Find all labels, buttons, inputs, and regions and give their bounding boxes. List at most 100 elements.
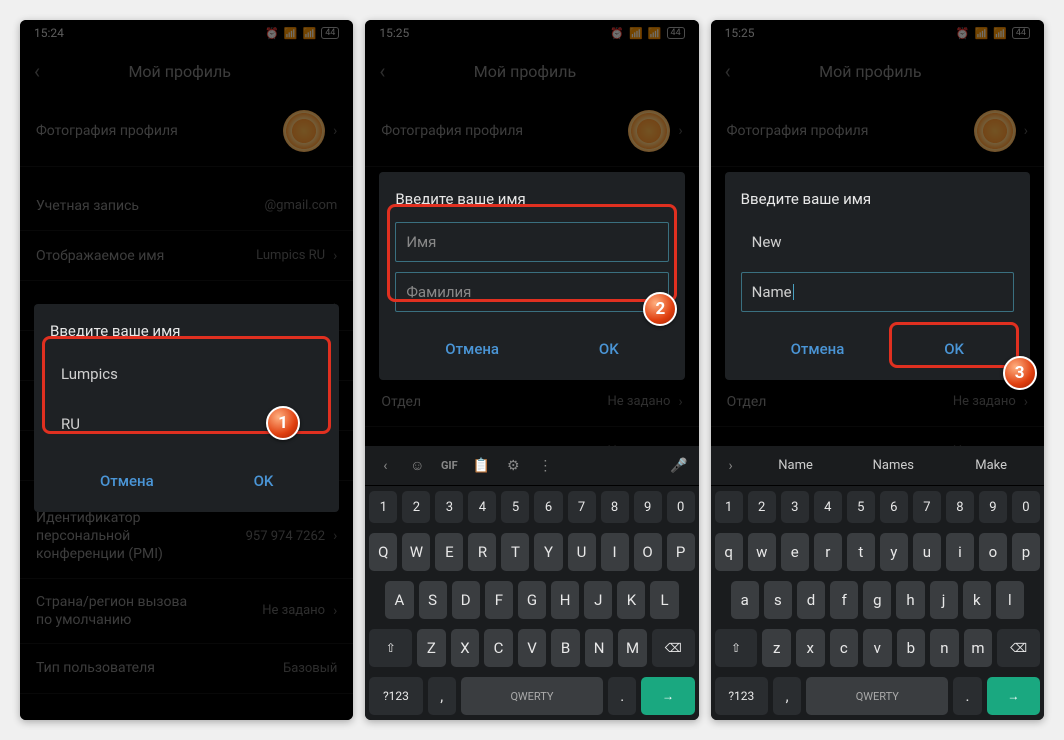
key[interactable]: 9	[979, 491, 1007, 523]
key[interactable]: u	[913, 533, 941, 571]
dot-key[interactable]: .	[608, 677, 636, 715]
key[interactable]: 3	[781, 491, 809, 523]
settings-icon[interactable]: ⚙	[499, 458, 527, 474]
key[interactable]: T	[501, 533, 529, 571]
key[interactable]: Y	[534, 533, 562, 571]
enter-key[interactable]: →	[987, 677, 1040, 715]
dot-key[interactable]: .	[953, 677, 981, 715]
key[interactable]: r	[814, 533, 842, 571]
ok-button[interactable]: OK	[579, 332, 639, 366]
space-key[interactable]: QWERTY	[461, 677, 603, 715]
key[interactable]: J	[584, 581, 612, 619]
clipboard-icon[interactable]: 📋	[467, 458, 495, 474]
key[interactable]: l	[996, 581, 1024, 619]
row-country[interactable]: Страна/регион вызова по умолчанию Не зад…	[20, 579, 353, 644]
key[interactable]: 6	[534, 491, 562, 523]
key[interactable]: h	[896, 581, 924, 619]
key[interactable]: L	[650, 581, 678, 619]
cancel-button[interactable]: Отмена	[425, 332, 519, 366]
key[interactable]: x	[796, 629, 825, 667]
collapse-icon[interactable]: ‹	[371, 458, 399, 474]
mic-icon[interactable]: 🎤	[665, 458, 693, 474]
cancel-button[interactable]: Отмена	[771, 332, 865, 366]
key[interactable]: q	[715, 533, 743, 571]
symbols-key[interactable]: ?123	[715, 677, 768, 715]
comma-key[interactable]: ,	[428, 677, 456, 715]
key[interactable]: F	[485, 581, 513, 619]
key[interactable]: 8	[601, 491, 629, 523]
key[interactable]: 5	[847, 491, 875, 523]
key[interactable]: W	[402, 533, 430, 571]
space-key[interactable]: QWERTY	[806, 677, 948, 715]
key[interactable]: t	[847, 533, 875, 571]
key[interactable]: 1	[715, 491, 743, 523]
suggestion[interactable]: Names	[846, 452, 940, 479]
ok-button[interactable]: OK	[234, 464, 294, 498]
key[interactable]: n	[930, 629, 959, 667]
key[interactable]: o	[979, 533, 1007, 571]
key[interactable]: p	[1012, 533, 1040, 571]
first-name-input[interactable]: Lumpics	[50, 354, 323, 394]
key[interactable]: R	[468, 533, 496, 571]
key[interactable]: z	[762, 629, 791, 667]
key[interactable]: 2	[748, 491, 776, 523]
key[interactable]: 6	[880, 491, 908, 523]
last-name-input[interactable]: Name	[741, 272, 1014, 312]
key[interactable]: 5	[501, 491, 529, 523]
suggestion[interactable]: Name	[749, 452, 843, 479]
first-name-input[interactable]: Имя	[395, 222, 668, 262]
key[interactable]: U	[568, 533, 596, 571]
key[interactable]: 0	[667, 491, 695, 523]
enter-key[interactable]: →	[641, 677, 694, 715]
key[interactable]: D	[452, 581, 480, 619]
key[interactable]: M	[618, 629, 647, 667]
key[interactable]: V	[518, 629, 547, 667]
keyboard[interactable]: › Name Names Make 1234567890 qwertyuiop …	[711, 446, 1044, 720]
backspace-key[interactable]: ⌫	[997, 629, 1040, 667]
key[interactable]: 7	[913, 491, 941, 523]
shift-key[interactable]: ⇧	[369, 629, 412, 667]
key[interactable]: c	[830, 629, 859, 667]
key[interactable]: I	[601, 533, 629, 571]
key[interactable]: 1	[369, 491, 397, 523]
key[interactable]: 2	[402, 491, 430, 523]
key[interactable]: X	[451, 629, 480, 667]
key[interactable]: P	[667, 533, 695, 571]
key[interactable]: a	[731, 581, 759, 619]
key[interactable]: 9	[634, 491, 662, 523]
key[interactable]: A	[385, 581, 413, 619]
key[interactable]: S	[419, 581, 447, 619]
key[interactable]: E	[435, 533, 463, 571]
comma-key[interactable]: ,	[773, 677, 801, 715]
emoji-icon[interactable]: ☺	[403, 457, 431, 474]
key[interactable]: d	[797, 581, 825, 619]
key[interactable]: b	[897, 629, 926, 667]
key[interactable]: Q	[369, 533, 397, 571]
cancel-button[interactable]: Отмена	[80, 464, 174, 498]
expand-icon[interactable]: ›	[717, 458, 745, 474]
key[interactable]: 8	[946, 491, 974, 523]
more-icon[interactable]: ⋮	[531, 458, 559, 474]
backspace-key[interactable]: ⌫	[652, 629, 695, 667]
row-fingerprint[interactable]: Использовать идентификатор отпечатка пал…	[20, 708, 353, 720]
key[interactable]: g	[863, 581, 891, 619]
key[interactable]: N	[585, 629, 614, 667]
symbols-key[interactable]: ?123	[369, 677, 422, 715]
key[interactable]: K	[617, 581, 645, 619]
key[interactable]: k	[963, 581, 991, 619]
key[interactable]: Z	[417, 629, 446, 667]
key[interactable]: w	[748, 533, 776, 571]
row-profile-photo[interactable]: Фотография профиля ›	[711, 96, 1044, 167]
row-account[interactable]: Учетная запись @gmail.com	[20, 181, 353, 231]
key[interactable]: G	[518, 581, 546, 619]
row-display-name[interactable]: Отображаемое имя Lumpics RU›	[20, 231, 353, 281]
key[interactable]: j	[930, 581, 958, 619]
keyboard[interactable]: ‹ ☺ GIF 📋 ⚙ ⋮ 🎤 1234567890 QWERTYUIOP AS…	[365, 446, 698, 720]
last-name-input[interactable]: Фамилия	[395, 272, 668, 312]
row-profile-photo[interactable]: Фотография профиля ›	[365, 96, 698, 167]
key[interactable]: 7	[568, 491, 596, 523]
first-name-input[interactable]: New	[741, 222, 1014, 262]
suggestion[interactable]: Make	[944, 452, 1038, 479]
key[interactable]: m	[964, 629, 993, 667]
gif-icon[interactable]: GIF	[435, 459, 463, 472]
